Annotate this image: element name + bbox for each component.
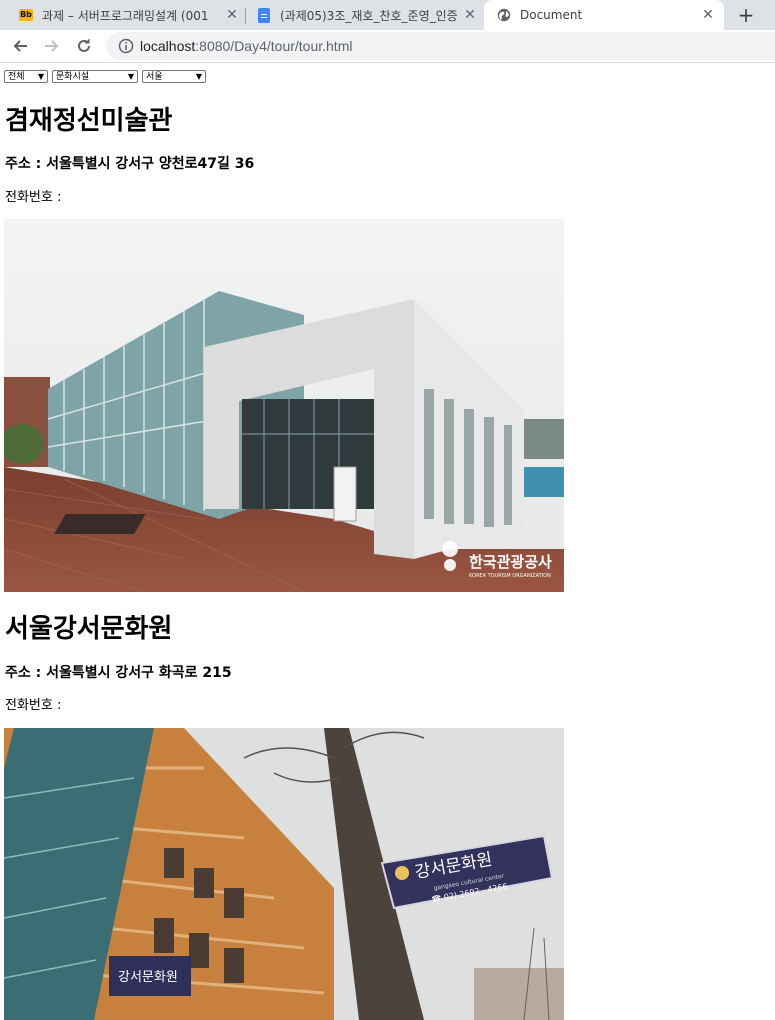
tab-title: Document bbox=[520, 8, 583, 22]
filter-bar: 전체 ▼ 문화시설 ▼ 서울 ▼ bbox=[4, 70, 206, 84]
city-select-value: 서울 bbox=[146, 72, 163, 82]
address-bar[interactable]: localhost:8080/Day4/tour/tour.html bbox=[106, 32, 775, 60]
category-select[interactable]: 문화시설 ▼ bbox=[52, 70, 138, 83]
place-photo: 한국관광공사 KOREA TOURISM ORGANIZATION bbox=[4, 219, 564, 592]
close-icon[interactable]: ✕ bbox=[224, 7, 240, 23]
city-select[interactable]: 서울 ▼ bbox=[142, 70, 206, 83]
place-card: 겸재정선미술관 bbox=[5, 104, 565, 138]
place-phone: 전화번호 : bbox=[5, 698, 62, 713]
svg-text:강서문화원: 강서문화원 bbox=[118, 970, 178, 985]
tab-title: (과제05)3조_재호_찬호_준영_인증 bbox=[280, 8, 458, 23]
svg-text:KOREA TOURISM ORGANIZATION: KOREA TOURISM ORGANIZATION bbox=[469, 573, 551, 579]
svg-text:한국관광공사: 한국관광공사 bbox=[469, 553, 552, 571]
dropdown-arrow-icon: ▼ bbox=[37, 72, 44, 81]
forward-arrow-icon bbox=[45, 40, 59, 52]
place-phone-wrap: 전화번호 : bbox=[5, 697, 565, 715]
place-address: 주소 : 서울특별시 강서구 화곡로 215 bbox=[5, 665, 232, 681]
google-docs-icon bbox=[256, 7, 272, 23]
area-select-value: 전체 bbox=[8, 72, 25, 82]
place-phone: 전화번호 : bbox=[5, 190, 62, 205]
url-text: localhost:8080/Day4/tour/tour.html bbox=[140, 38, 353, 54]
tab-google-docs[interactable]: (과제05)3조_재호_찬호_준영_인증 ✕ bbox=[246, 0, 484, 30]
tab-strip: Bb 과제 – 서버프로그래밍설계 (001 ✕ (과제05)3조_재호_찬호_… bbox=[0, 0, 775, 30]
back-button[interactable] bbox=[8, 34, 32, 58]
globe-icon bbox=[496, 7, 512, 23]
info-icon[interactable] bbox=[118, 38, 134, 54]
place-card: 서울강서문화원 bbox=[5, 612, 565, 646]
place-address: 주소 : 서울특별시 강서구 양천로47길 36 bbox=[5, 156, 255, 172]
browser-toolbar: localhost:8080/Day4/tour/tour.html bbox=[0, 30, 775, 63]
place-address-wrap: 주소 : 서울특별시 강서구 양천로47길 36 bbox=[5, 154, 565, 174]
back-arrow-icon bbox=[13, 40, 27, 52]
area-select[interactable]: 전체 ▼ bbox=[4, 70, 48, 83]
close-icon[interactable]: ✕ bbox=[700, 7, 716, 23]
place-photo: 강서문화원 강서문화원 gangseo cultural center ☎ 02… bbox=[4, 728, 564, 1020]
dropdown-arrow-icon: ▼ bbox=[195, 72, 202, 81]
place-name: 겸재정선미술관 bbox=[5, 106, 173, 136]
place-phone-wrap: 전화번호 : bbox=[5, 189, 565, 207]
category-select-value: 문화시설 bbox=[56, 72, 90, 82]
tab-title: 과제 – 서버프로그래밍설계 (001 bbox=[42, 8, 209, 23]
tab-document[interactable]: Document ✕ bbox=[484, 0, 724, 30]
blackboard-icon: Bb bbox=[19, 9, 33, 21]
dropdown-arrow-icon: ▼ bbox=[127, 72, 134, 81]
reload-button[interactable] bbox=[72, 34, 96, 58]
place-name: 서울강서문화원 bbox=[5, 614, 173, 644]
close-icon[interactable]: ✕ bbox=[462, 7, 478, 23]
forward-button[interactable] bbox=[40, 34, 64, 58]
place-address-wrap: 주소 : 서울특별시 강서구 화곡로 215 bbox=[5, 663, 565, 683]
tab-blackboard[interactable]: Bb 과제 – 서버프로그래밍설계 (001 ✕ bbox=[10, 0, 246, 30]
reload-icon bbox=[78, 39, 90, 52]
new-tab-button[interactable]: + bbox=[728, 0, 764, 30]
page-content: 전체 ▼ 문화시설 ▼ 서울 ▼ 겸재정선미술관 주소 : 서울특별시 강서구 … bbox=[0, 63, 775, 1020]
